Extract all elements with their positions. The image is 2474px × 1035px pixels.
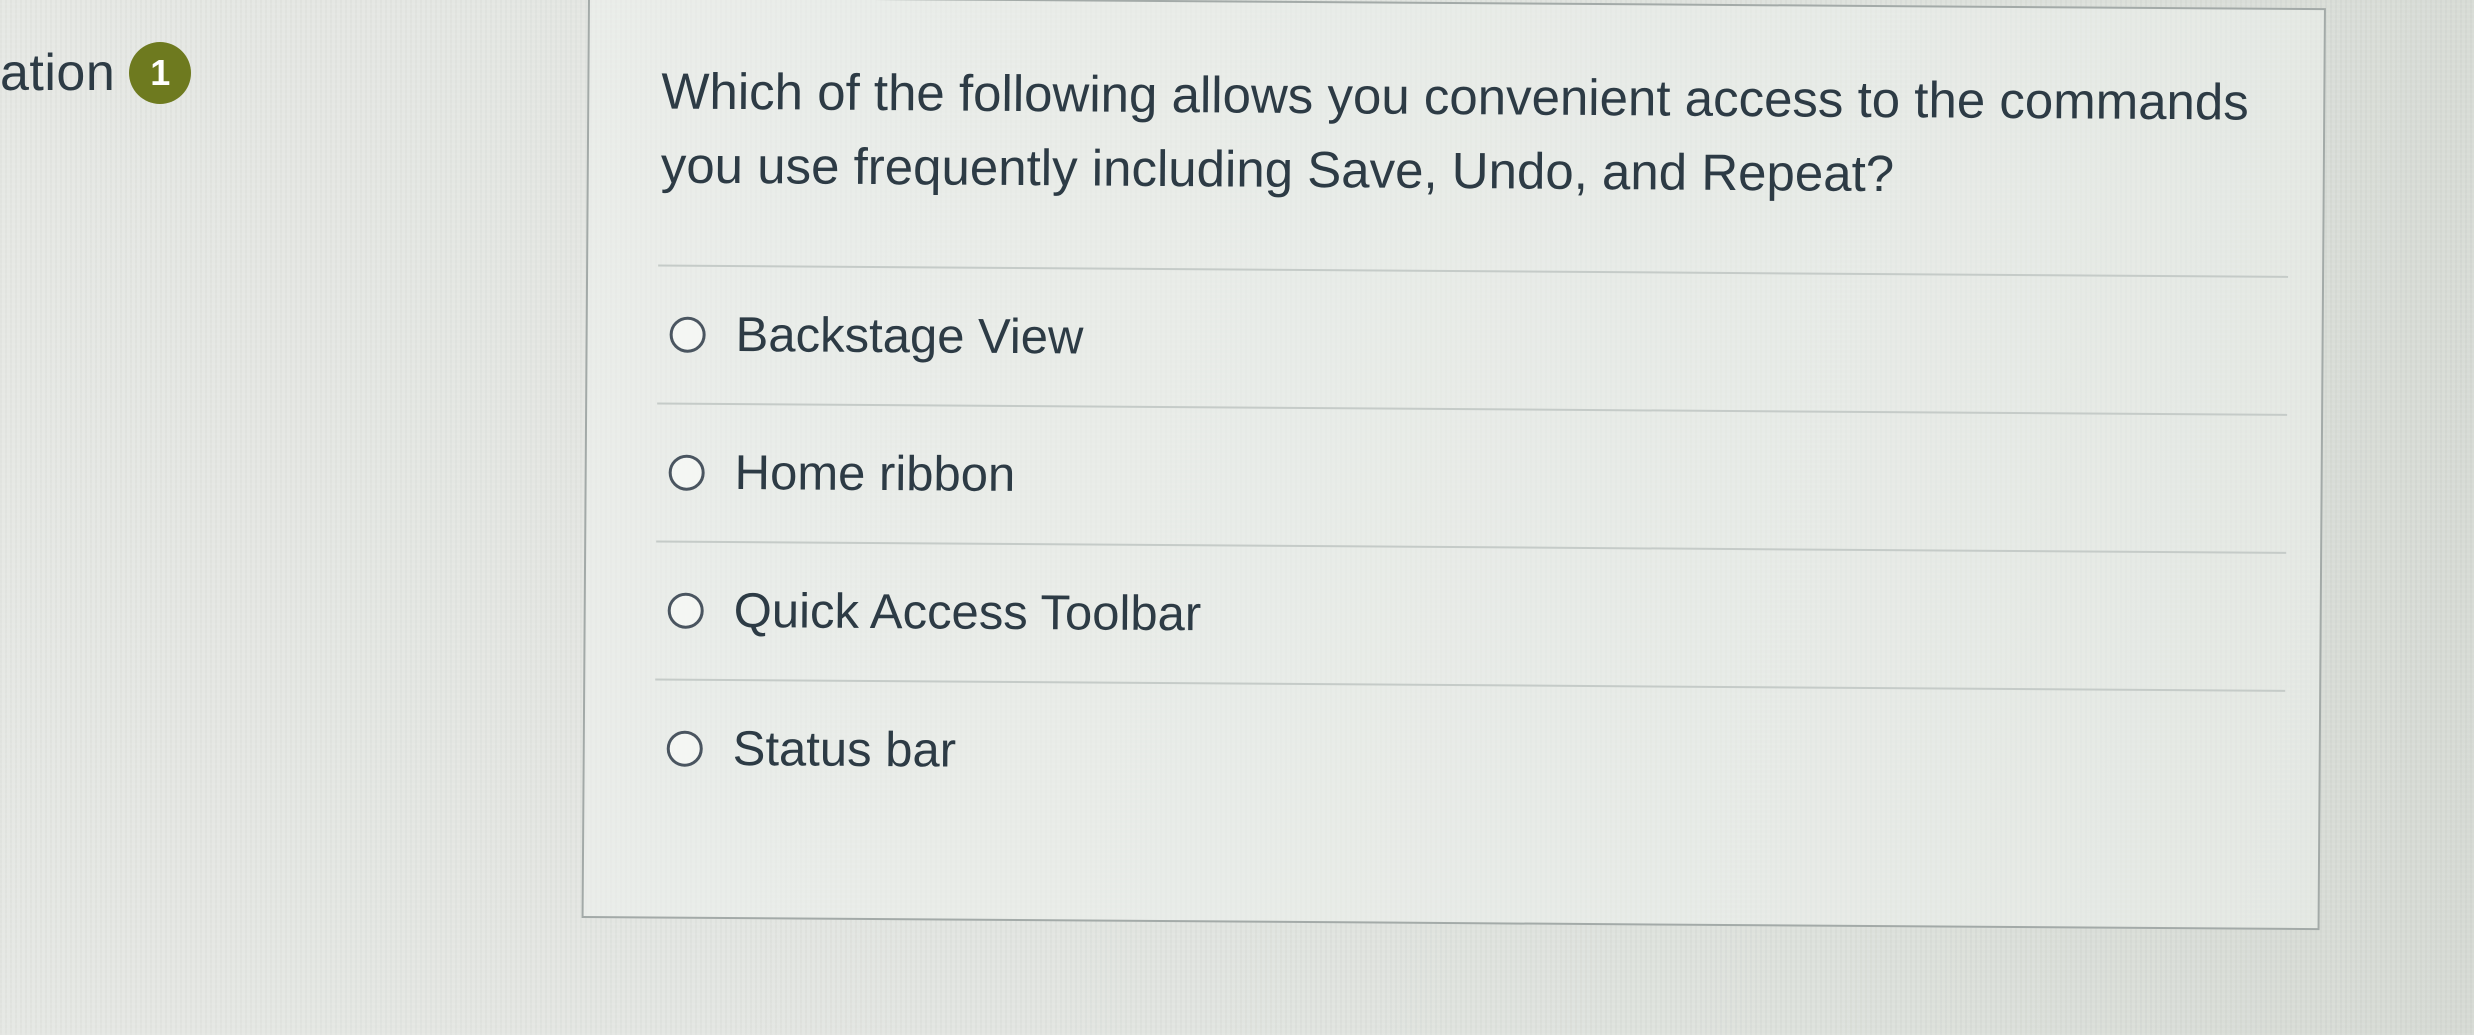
count-badge: 1 xyxy=(129,42,192,104)
answer-label: Quick Access Toolbar xyxy=(733,584,1202,642)
question-card: Which of the following allows you conven… xyxy=(581,0,2326,931)
answer-label: Backstage View xyxy=(735,308,1084,365)
question-text: Which of the following allows you conven… xyxy=(660,62,2249,203)
radio-circle-icon[interactable] xyxy=(667,592,704,629)
answer-option-backstage-view[interactable]: Backstage View xyxy=(657,266,2288,413)
radio-circle-icon[interactable] xyxy=(669,316,706,353)
answer-list: Backstage View Home ribbon Quick Access … xyxy=(654,264,2289,827)
radio-circle-icon[interactable] xyxy=(668,454,705,491)
answer-option-home-ribbon[interactable]: Home ribbon xyxy=(656,404,2287,551)
sidebar-heading-label: ation xyxy=(0,44,116,102)
radio-circle-icon[interactable] xyxy=(666,730,703,767)
answer-label: Home ribbon xyxy=(734,446,1016,502)
answer-label: Status bar xyxy=(732,722,957,778)
answer-option-quick-access-toolbar[interactable]: Quick Access Toolbar xyxy=(655,542,2286,689)
answer-option-status-bar[interactable]: Status bar xyxy=(654,680,2285,827)
sidebar-heading[interactable]: ation 1 xyxy=(0,42,192,104)
